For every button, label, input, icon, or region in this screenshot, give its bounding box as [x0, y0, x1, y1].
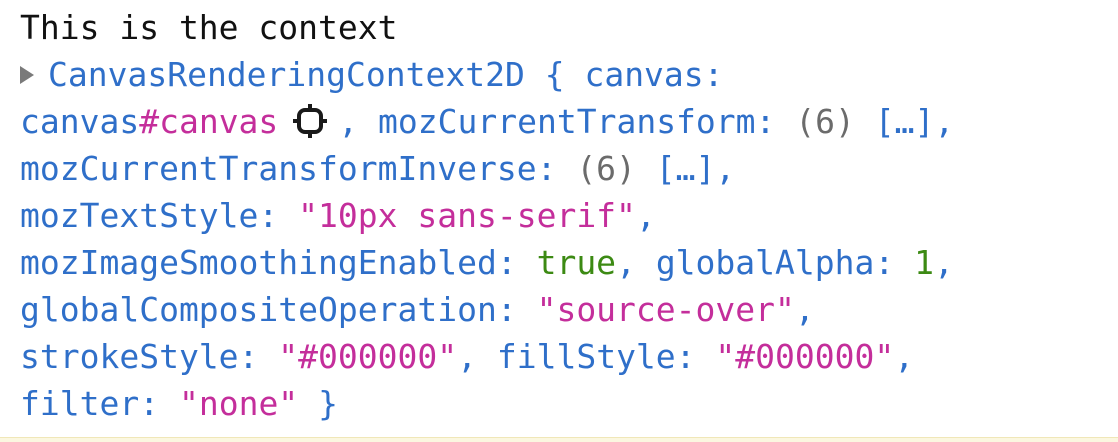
- expand-triangle-icon[interactable]: [20, 66, 34, 84]
- prop-key-mozImageSmoothingEnabled: mozImageSmoothingEnabled: [20, 243, 497, 282]
- console-output: This is the context CanvasRenderingConte…: [20, 4, 1110, 427]
- object-line-7: strokeStyle: "#000000", fillStyle: "#000…: [20, 337, 915, 376]
- canvas-tag[interactable]: canvas: [20, 102, 139, 141]
- object-line-8: filter: "none" }: [20, 384, 338, 423]
- object-class-name[interactable]: CanvasRenderingContext2D: [48, 55, 525, 94]
- prop-key-strokeStyle: strokeStyle: [20, 337, 239, 376]
- array-preview[interactable]: […]: [656, 149, 716, 188]
- console-input-strip[interactable]: [0, 437, 1118, 442]
- prop-value-globalCompositeOperation: "source-over": [536, 290, 795, 329]
- prop-key-globalAlpha: globalAlpha: [655, 243, 875, 282]
- object-line-1: CanvasRenderingContext2D { canvas:: [20, 51, 1110, 98]
- prop-key-fillStyle: fillStyle: [496, 337, 676, 376]
- array-count: (6): [795, 102, 855, 141]
- prop-key-mozTextStyle: mozTextStyle: [20, 196, 259, 235]
- object-line-4: mozTextStyle: "10px sans-serif",: [20, 196, 656, 235]
- log-message: This is the context: [20, 8, 398, 47]
- object-line-5: mozImageSmoothingEnabled: true, globalAl…: [20, 243, 954, 282]
- canvas-id[interactable]: #canvas: [139, 102, 278, 141]
- object-line-6: globalCompositeOperation: "source-over",: [20, 290, 815, 329]
- open-brace: {: [544, 55, 565, 94]
- object-line-3: mozCurrentTransformInverse: (6) […],: [20, 149, 736, 188]
- prop-value-mozImageSmoothingEnabled: true: [536, 243, 617, 282]
- prop-value-fillStyle: "#000000": [715, 337, 895, 376]
- prop-key-canvas: canvas: [584, 55, 704, 94]
- prop-value-globalAlpha: 1: [914, 243, 934, 282]
- prop-key-filter: filter: [20, 384, 140, 423]
- prop-key-globalCompositeOperation: globalCompositeOperation: [20, 290, 497, 329]
- prop-key-mozCurrentTransform: mozCurrentTransform: [378, 102, 756, 141]
- prop-value-strokeStyle: "#000000": [278, 337, 458, 376]
- array-count: (6): [576, 149, 636, 188]
- inspect-node-target-icon[interactable]: [292, 103, 328, 139]
- prop-key-mozCurrentTransformInverse: mozCurrentTransformInverse: [20, 149, 537, 188]
- object-line-2: canvas#canvas , mozCurrentTransform: (6)…: [20, 102, 955, 141]
- prop-value-mozTextStyle: "10px sans-serif": [298, 196, 636, 235]
- array-preview[interactable]: […]: [875, 102, 935, 141]
- close-brace: }: [318, 384, 338, 423]
- prop-value-filter: "none": [178, 384, 299, 423]
